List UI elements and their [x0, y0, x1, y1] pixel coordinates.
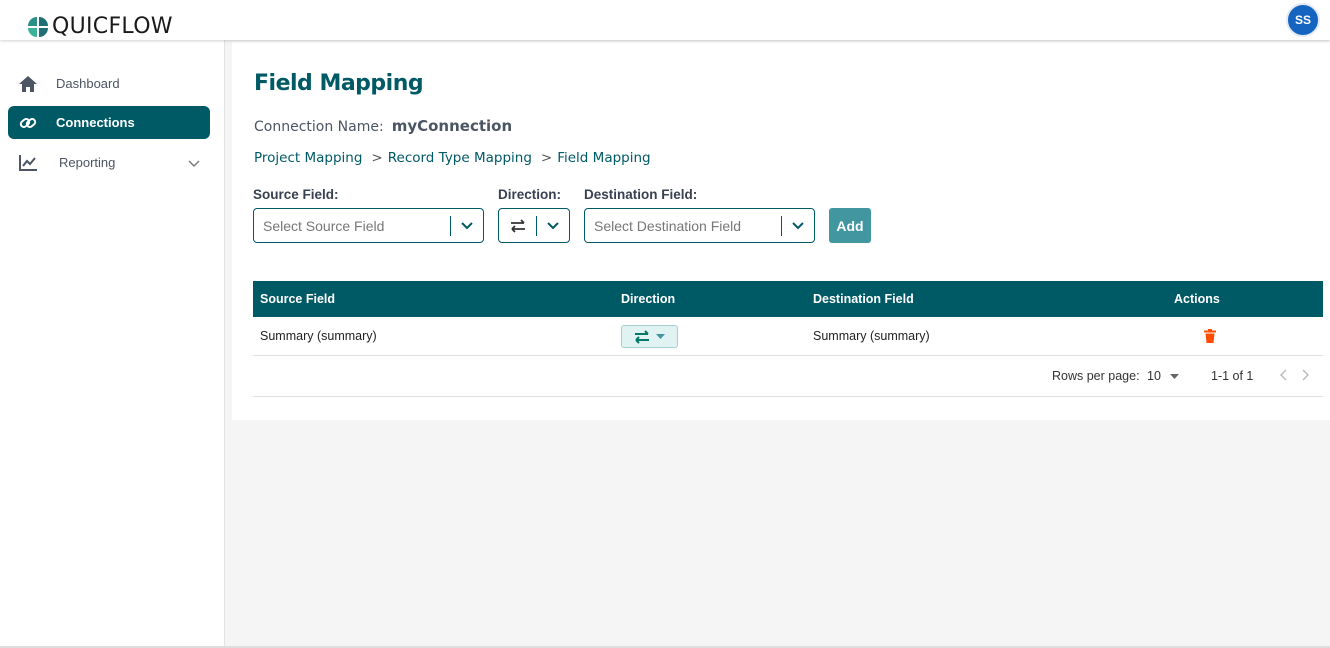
destination-field-label: Destination Field:: [584, 187, 698, 202]
source-field-label: Source Field:: [253, 187, 339, 202]
direction-label: Direction:: [498, 187, 562, 202]
cell-source-field: Summary (summary): [260, 329, 377, 343]
sidebar-item-label: Reporting: [59, 155, 116, 170]
breadcrumb-project-mapping[interactable]: Project Mapping: [254, 150, 362, 166]
chevron-down-icon[interactable]: [782, 221, 814, 230]
connection-value: myConnection: [391, 117, 513, 135]
bidirectional-arrows-icon: [635, 329, 649, 344]
chevron-down-icon[interactable]: [188, 156, 200, 171]
connection-name: Connection Name: myConnection: [254, 117, 512, 135]
direction-select[interactable]: [498, 208, 570, 243]
rows-per-page-select[interactable]: 10: [1147, 369, 1179, 383]
header-actions: Actions: [1174, 292, 1220, 306]
table-row: Summary (summary) Summary (summary): [253, 317, 1323, 356]
rows-per-page-label: Rows per page:: [1052, 369, 1140, 383]
home-icon: [8, 75, 48, 93]
sidebar: Dashboard Connections Reporting: [0, 40, 225, 646]
chevron-down-icon[interactable]: [451, 221, 483, 230]
destination-field-select[interactable]: Select Destination Field: [584, 208, 815, 243]
delete-icon[interactable]: [1204, 317, 1216, 355]
cell-destination-field: Summary (summary): [813, 329, 930, 343]
sidebar-item-reporting[interactable]: Reporting: [8, 146, 210, 179]
caret-down-icon: [1169, 373, 1179, 379]
source-field-select[interactable]: Select Source Field: [253, 208, 484, 243]
field-mapping-card: Field Mapping Connection Name: myConnecti…: [232, 42, 1330, 420]
sidebar-item-dashboard[interactable]: Dashboard: [8, 67, 210, 100]
header-direction[interactable]: Direction: [621, 281, 675, 317]
previous-page-icon[interactable]: [1279, 369, 1288, 384]
header-source-field[interactable]: Source Field: [260, 281, 335, 317]
caret-down-icon: [656, 334, 665, 339]
field-mapping-table: Source Field Direction Destination Field…: [253, 281, 1323, 397]
connection-label: Connection Name:: [254, 119, 384, 135]
breadcrumb: Project Mapping > Record Type Mapping > Fiel…: [254, 150, 651, 166]
link-icon: [8, 114, 48, 132]
destination-field-placeholder: Select Destination Field: [594, 217, 742, 234]
breadcrumb-field-mapping: Field Mapping: [557, 150, 651, 166]
chevron-down-icon[interactable]: [537, 221, 569, 230]
breadcrumb-separator: >: [540, 150, 553, 166]
header-destination-field[interactable]: Destination Field: [813, 281, 914, 317]
top-bar: QUICFLOW SS: [0, 0, 1330, 40]
bidirectional-arrows-icon: [499, 218, 536, 233]
page-title: Field Mapping: [254, 71, 424, 96]
table-header: Source Field Direction Destination Field…: [253, 281, 1323, 317]
pagination: Rows per page: 10 1-1 of 1: [253, 356, 1323, 397]
breadcrumb-record-type-mapping[interactable]: Record Type Mapping: [388, 150, 532, 166]
add-button[interactable]: Add: [829, 208, 871, 243]
sidebar-item-label: Connections: [56, 115, 135, 130]
rows-per-page-value: 10: [1147, 369, 1161, 383]
next-page-icon[interactable]: [1301, 369, 1310, 384]
source-field-placeholder: Select Source Field: [263, 217, 385, 234]
direction-dropdown-button[interactable]: [621, 325, 678, 348]
chart-line-icon: [8, 154, 48, 172]
sidebar-item-label: Dashboard: [56, 76, 120, 91]
brand-name: QUICFLOW: [52, 14, 173, 39]
sidebar-item-connections[interactable]: Connections: [8, 106, 210, 139]
user-avatar[interactable]: SS: [1286, 3, 1320, 37]
breadcrumb-separator: >: [371, 150, 383, 166]
page-range: 1-1 of 1: [1211, 369, 1254, 383]
quicflow-logo-icon: [28, 16, 48, 37]
cell-direction: [621, 317, 678, 355]
logo[interactable]: QUICFLOW: [27, 14, 173, 39]
